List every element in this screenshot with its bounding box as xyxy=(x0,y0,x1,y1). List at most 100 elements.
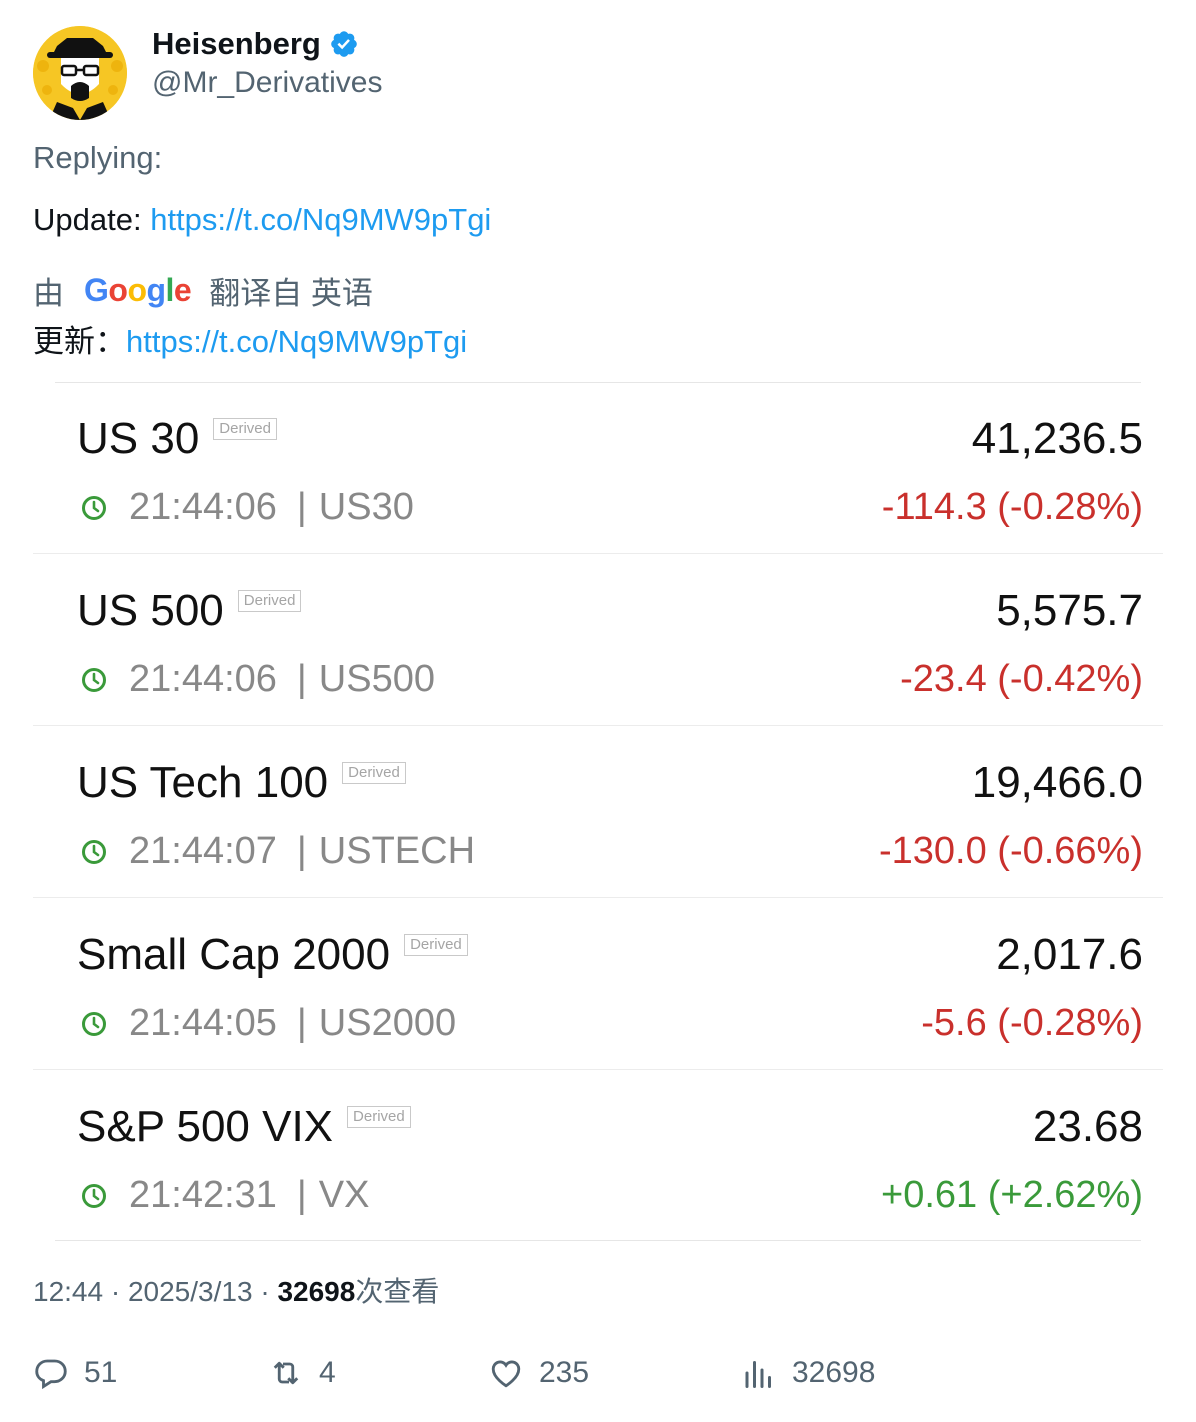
quote-row: US 30 Derived 41,236.5 21:44:06 | US30 -114.3 … xyxy=(33,382,1163,554)
quote-time-row: 21:44:05 | US2000 xyxy=(81,1002,456,1045)
instrument-name: Small Cap 2000 Derived xyxy=(77,930,468,980)
display-name[interactable]: Heisenberg xyxy=(152,24,383,64)
google-logo-letter: o xyxy=(108,272,128,308)
instrument-name-text: US 500 xyxy=(77,586,224,635)
quote-row: US Tech 100 Derived 19,466.0 21:44:07 | USTEC… xyxy=(33,726,1163,898)
google-logo-letter: o xyxy=(127,272,147,308)
pipe-separator: | xyxy=(296,486,307,528)
clock-icon xyxy=(82,1183,106,1208)
google-logo-letter: e xyxy=(173,272,192,308)
price-change: -23.4 (-0.42%) xyxy=(900,658,1143,700)
google-logo-letter: l xyxy=(165,272,175,308)
pipe-separator: | xyxy=(296,1174,307,1216)
derived-badge: Derived xyxy=(342,762,406,784)
heart-icon xyxy=(491,1360,521,1388)
instrument-price: 2,017.6 xyxy=(996,930,1143,979)
translated-tweet-text: 更新：https://t.co/Nq9MW9pTgi xyxy=(33,316,467,361)
retweet-icon xyxy=(273,1361,299,1385)
quote-time: 21:42:31 xyxy=(129,1174,277,1216)
quote-time: 21:44:07 xyxy=(129,830,277,872)
clock-icon xyxy=(82,839,106,864)
tweet-header: Heisenberg @Mr_Derivatives xyxy=(33,26,383,120)
quote-time-row: 21:44:06 | US30 xyxy=(81,486,414,529)
pipe-separator: | xyxy=(296,658,307,700)
pipe-separator: | xyxy=(296,830,307,872)
quote-time: 21:44:06 xyxy=(129,486,277,528)
reply-button[interactable]: 51 xyxy=(33,1355,117,1391)
instrument-symbol: US30 xyxy=(318,486,414,528)
google-logo-letter: g xyxy=(146,272,166,308)
quote-time-row: 21:44:06 | US500 xyxy=(81,658,435,701)
pipe-separator: | xyxy=(296,1002,307,1044)
views-count: 32698 xyxy=(277,1276,356,1307)
card-bottom-divider xyxy=(55,1240,1141,1241)
price-change: -130.0 (-0.66%) xyxy=(878,830,1143,872)
user-handle[interactable]: @Mr_Derivatives xyxy=(152,66,383,100)
instrument-price: 19,466.0 xyxy=(971,758,1143,807)
clock-icon xyxy=(82,1011,106,1036)
views-button[interactable]: 32698 xyxy=(741,1355,875,1391)
like-button[interactable]: 235 xyxy=(488,1355,589,1391)
translated-by-suffix: 翻译自 英语 xyxy=(209,276,373,311)
instrument-name-text: US Tech 100 xyxy=(77,758,329,807)
price-change: -5.6 (-0.28%) xyxy=(921,1002,1143,1044)
retweet-count: 4 xyxy=(319,1356,336,1389)
instrument-name-text: S&P 500 VIX xyxy=(77,1102,334,1151)
instrument-symbol: US2000 xyxy=(318,1002,457,1044)
meta-separator: · xyxy=(110,1276,121,1307)
retweet-button[interactable]: 4 xyxy=(268,1355,336,1391)
reply-icon xyxy=(35,1359,67,1390)
clock-icon xyxy=(82,495,106,520)
tweet-link[interactable]: https://t.co/Nq9MW9pTgi xyxy=(150,202,491,237)
like-count: 235 xyxy=(539,1356,590,1389)
reply-count: 51 xyxy=(84,1356,118,1389)
derived-badge: Derived xyxy=(347,1106,411,1128)
quote-time: 21:44:05 xyxy=(129,1002,277,1044)
quote-time-row: 21:44:07 | USTECH xyxy=(81,830,475,873)
clock-icon xyxy=(82,667,106,692)
tweet-meta: 12:44 · 2025/3/13 · 32698次查看 xyxy=(33,1270,439,1310)
translated-by-prefix: 由 xyxy=(33,276,64,311)
analytics-icon xyxy=(745,1361,771,1388)
derived-badge: Derived xyxy=(404,934,468,956)
user-names: Heisenberg @Mr_Derivatives xyxy=(152,24,383,100)
derived-badge: Derived xyxy=(213,418,277,440)
instrument-name: US 500 Derived xyxy=(77,586,302,636)
instrument-symbol: USTECH xyxy=(318,830,476,872)
instrument-name: US Tech 100 Derived xyxy=(77,758,406,808)
translated-tweet-link[interactable]: https://t.co/Nq9MW9pTgi xyxy=(126,324,467,359)
avatar[interactable] xyxy=(33,26,127,120)
price-change: -114.3 (-0.28%) xyxy=(881,486,1143,528)
translated-text-prefix: 更新： xyxy=(33,324,126,359)
meta-separator-2: · xyxy=(260,1276,270,1307)
tweet-time[interactable]: 12:44 xyxy=(33,1276,103,1307)
price-change: +0.61 (+2.62%) xyxy=(881,1174,1143,1216)
google-logo: Google xyxy=(84,272,192,309)
views-label: 次查看 xyxy=(355,1276,440,1307)
quote-time: 21:44:06 xyxy=(129,658,277,700)
replying-label: Replying: xyxy=(33,140,163,175)
tweet-actions: 51 4 235 32698 xyxy=(33,1355,1163,1399)
instrument-name: US 30 Derived xyxy=(77,414,277,464)
quote-time-row: 21:42:31 | VX xyxy=(81,1174,370,1217)
instrument-price: 41,236.5 xyxy=(971,414,1143,463)
derived-badge: Derived xyxy=(237,590,302,612)
instrument-price: 5,575.7 xyxy=(996,586,1143,635)
instrument-name-text: Small Cap 2000 xyxy=(77,930,391,979)
heisenberg-avatar-icon xyxy=(33,26,127,120)
quotes-image[interactable]: US 30 Derived 41,236.5 21:44:06 | US30 -114.3 … xyxy=(33,382,1163,1246)
tweet-text: Update: https://t.co/Nq9MW9pTgi xyxy=(33,202,491,238)
quote-row: S&P 500 VIX Derived 23.68 21:42:31 | VX +0.61 … xyxy=(33,1070,1163,1242)
views-action-count: 32698 xyxy=(792,1356,876,1389)
tweet-text-prefix: Update: xyxy=(33,202,151,237)
instrument-price: 23.68 xyxy=(1032,1102,1143,1151)
display-name-text[interactable]: Heisenberg xyxy=(152,26,321,62)
instrument-symbol: US500 xyxy=(318,658,435,700)
instrument-name-text: US 30 xyxy=(77,414,200,463)
tweet-date[interactable]: 2025/3/13 xyxy=(128,1276,253,1307)
translation-attribution: 由 Google 翻译自 英语 xyxy=(33,268,373,313)
quote-row: US 500 Derived 5,575.7 21:44:06 | US500 -23.4 … xyxy=(33,554,1163,726)
instrument-symbol: VX xyxy=(318,1174,370,1216)
instrument-name: S&P 500 VIX Derived xyxy=(77,1102,411,1152)
quote-row: Small Cap 2000 Derived 2,017.6 21:44:05 | US2… xyxy=(33,898,1163,1070)
